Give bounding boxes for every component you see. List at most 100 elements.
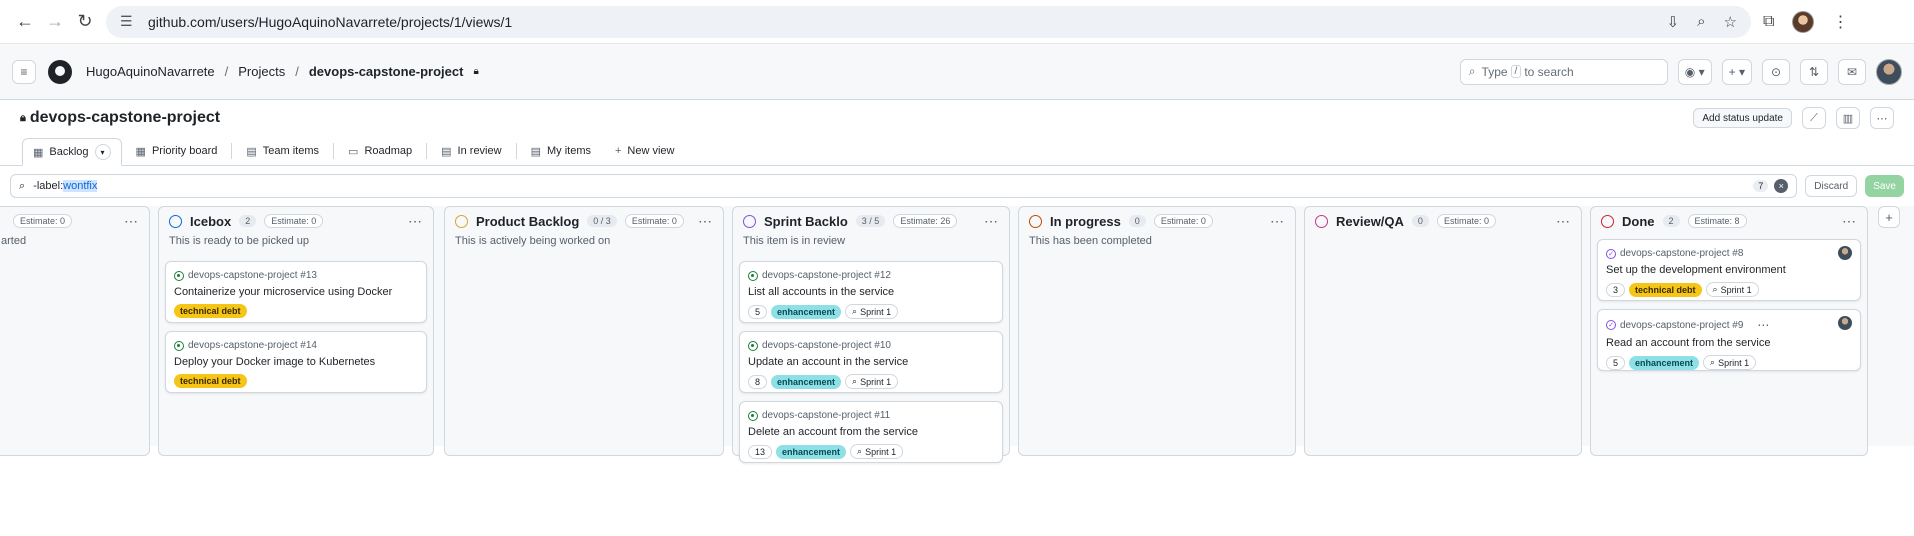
- side-panel-icon[interactable]: ▥: [1836, 107, 1860, 129]
- breadcrumb-user[interactable]: HugoAquinoNavarrete: [86, 64, 215, 79]
- label-badge[interactable]: technical debt: [174, 374, 247, 388]
- label-badge[interactable]: technical debt: [1629, 282, 1702, 297]
- user-avatar[interactable]: [1876, 58, 1902, 85]
- issue-card[interactable]: devops-capstone-project #14 Deploy your …: [165, 331, 427, 393]
- install-icon[interactable]: ⇩: [1667, 13, 1680, 31]
- back-icon[interactable]: ←: [10, 7, 40, 37]
- estimate-badge: 13: [748, 444, 773, 459]
- chevron-down-icon[interactable]: ▾: [94, 144, 111, 160]
- issue-title[interactable]: Read an account from the service: [1606, 337, 1852, 349]
- filter-bar: ⌕ -label:wontfix 7 × Discard Save: [0, 166, 1914, 206]
- issue-ref[interactable]: devops-capstone-project #12: [762, 270, 891, 281]
- issue-ref[interactable]: devops-capstone-project #13: [188, 270, 317, 281]
- url-text[interactable]: github.com/users/HugoAquinoNavarrete/pro…: [148, 14, 512, 30]
- tab-roadmap[interactable]: ▭ Roadmap: [338, 137, 422, 165]
- label-badge[interactable]: enhancement: [771, 374, 842, 389]
- issue-title[interactable]: Deploy your Docker image to Kubernetes: [174, 356, 418, 368]
- pull-requests-icon[interactable]: ⇅: [1800, 58, 1828, 85]
- label-badge[interactable]: enhancement: [771, 304, 842, 319]
- issue-title[interactable]: List all accounts in the service: [748, 286, 994, 298]
- issue-card[interactable]: devops-capstone-project #13 Containerize…: [165, 261, 427, 323]
- tab-priority-board[interactable]: ▦ Priority board: [126, 137, 228, 165]
- clear-filter-icon[interactable]: ×: [1774, 179, 1789, 193]
- label-badge[interactable]: enhancement: [776, 444, 847, 459]
- address-bar[interactable]: ☰ github.com/users/HugoAquinoNavarrete/p…: [106, 5, 1751, 38]
- tab-backlog[interactable]: ▦ Backlog ▾: [22, 138, 122, 166]
- status-circle-icon: [1601, 214, 1614, 228]
- column-menu-icon[interactable]: ⋯: [1556, 213, 1571, 230]
- issue-ref[interactable]: devops-capstone-project #8: [1620, 248, 1743, 259]
- tab-in-review[interactable]: ▤ In review: [431, 137, 511, 165]
- issue-card[interactable]: devops-capstone-project #10 Update an ac…: [739, 331, 1003, 393]
- bookmark-star-icon[interactable]: ☆: [1724, 13, 1737, 31]
- breadcrumb-project[interactable]: devops-capstone-project: [309, 64, 464, 79]
- issue-card[interactable]: ✓ devops-capstone-project #9 ⋯ Read an acc…: [1597, 309, 1861, 371]
- issue-ref[interactable]: devops-capstone-project #9: [1620, 320, 1743, 331]
- issue-title[interactable]: Containerize your microservice using Doc…: [174, 286, 418, 298]
- issue-title[interactable]: Update an account in the service: [748, 356, 994, 368]
- search-input[interactable]: ⌕ Type / to search: [1459, 58, 1668, 85]
- filter-input[interactable]: ⌕ -label:wontfix 7 ×: [10, 174, 1798, 198]
- issue-ref[interactable]: devops-capstone-project #11: [762, 410, 890, 421]
- insights-icon[interactable]: ⟋: [1802, 107, 1826, 129]
- sprint-badge[interactable]: ⌕ Sprint 1: [1703, 355, 1757, 370]
- sprint-badge[interactable]: ⌕ Sprint 1: [850, 444, 904, 459]
- copilot-icon[interactable]: ◉ ▾: [1677, 58, 1712, 85]
- column-product-backlog: Product Backlog 0 / 3 Estimate: 0 ⋯ This…: [444, 206, 724, 456]
- new-view-button[interactable]: + New view: [605, 137, 685, 165]
- issue-card[interactable]: ✓ devops-capstone-project #8 Set up the d…: [1597, 239, 1861, 301]
- site-info-icon[interactable]: ☰: [120, 13, 138, 30]
- extensions-icon[interactable]: ⧉: [1763, 13, 1774, 31]
- estimate-badge: 5: [748, 304, 768, 319]
- browser-toolbar: ← → ↻ ☰ github.com/users/HugoAquinoNavar…: [0, 0, 1914, 44]
- view-tabs: ▦ Backlog ▾ ▦ Priority board ▤ Team item…: [0, 136, 1914, 166]
- profile-avatar[interactable]: [1792, 10, 1815, 33]
- browser-menu-icon[interactable]: ⋮: [1832, 12, 1848, 32]
- card-menu-icon[interactable]: ⋯: [1757, 318, 1769, 332]
- column-menu-icon[interactable]: ⋯: [408, 213, 423, 230]
- issue-card[interactable]: devops-capstone-project #12 List all acc…: [739, 261, 1003, 323]
- column-name: Done: [1622, 213, 1655, 229]
- column-menu-icon[interactable]: ⋯: [124, 213, 139, 230]
- assignee-avatar[interactable]: [1838, 246, 1852, 260]
- issue-card[interactable]: devops-capstone-project #11 Delete an ac…: [739, 401, 1003, 463]
- status-circle-icon: [1315, 214, 1328, 228]
- add-column-button[interactable]: +: [1878, 206, 1900, 228]
- sprint-badge[interactable]: ⌕ Sprint 1: [845, 304, 899, 319]
- discard-button[interactable]: Discard: [1805, 175, 1858, 197]
- column-menu-icon[interactable]: ⋯: [1270, 213, 1285, 230]
- issue-title[interactable]: Set up the development environment: [1606, 264, 1852, 276]
- add-status-update-button[interactable]: Add status update: [1693, 108, 1792, 128]
- column-menu-icon[interactable]: ⋯: [984, 213, 999, 230]
- sprint-badge[interactable]: ⌕ Sprint 1: [845, 374, 899, 389]
- save-button[interactable]: Save: [1865, 175, 1904, 197]
- breadcrumb-projects[interactable]: Projects: [238, 64, 285, 79]
- filter-query-value: wontfix: [63, 180, 98, 192]
- assignee-avatar[interactable]: [1838, 316, 1852, 330]
- hamburger-menu-icon[interactable]: ≡: [12, 59, 36, 84]
- table-icon: ▤: [441, 145, 452, 158]
- zoom-icon[interactable]: ⌕: [1697, 13, 1705, 31]
- issue-ref[interactable]: devops-capstone-project #10: [762, 340, 891, 351]
- issues-icon[interactable]: ⊙: [1762, 58, 1790, 85]
- more-options-icon[interactable]: ⋯: [1870, 107, 1894, 129]
- sprint-badge[interactable]: ⌕ Sprint 1: [1705, 282, 1759, 297]
- tab-my-items[interactable]: ▤ My items: [521, 137, 601, 165]
- inbox-icon[interactable]: ✉: [1838, 58, 1866, 85]
- forward-icon[interactable]: →: [40, 7, 70, 37]
- issue-ref[interactable]: devops-capstone-project #14: [188, 340, 317, 351]
- tab-label: Priority board: [151, 145, 218, 157]
- github-logo-icon[interactable]: [48, 59, 72, 84]
- status-circle-icon: [1029, 214, 1042, 228]
- tab-team-items[interactable]: ▤ Team items: [236, 137, 329, 165]
- status-circle-icon: [743, 214, 756, 228]
- column-menu-icon[interactable]: ⋯: [698, 213, 713, 230]
- filter-query[interactable]: -label:wontfix: [33, 180, 98, 192]
- column-menu-icon[interactable]: ⋯: [1842, 213, 1857, 230]
- reload-icon[interactable]: ↻: [70, 7, 100, 37]
- issue-title[interactable]: Delete an account from the service: [748, 426, 994, 438]
- open-issue-icon: [748, 340, 758, 351]
- create-new-icon[interactable]: + ▾: [1721, 58, 1752, 85]
- label-badge[interactable]: enhancement: [1629, 355, 1700, 370]
- label-badge[interactable]: technical debt: [174, 304, 247, 318]
